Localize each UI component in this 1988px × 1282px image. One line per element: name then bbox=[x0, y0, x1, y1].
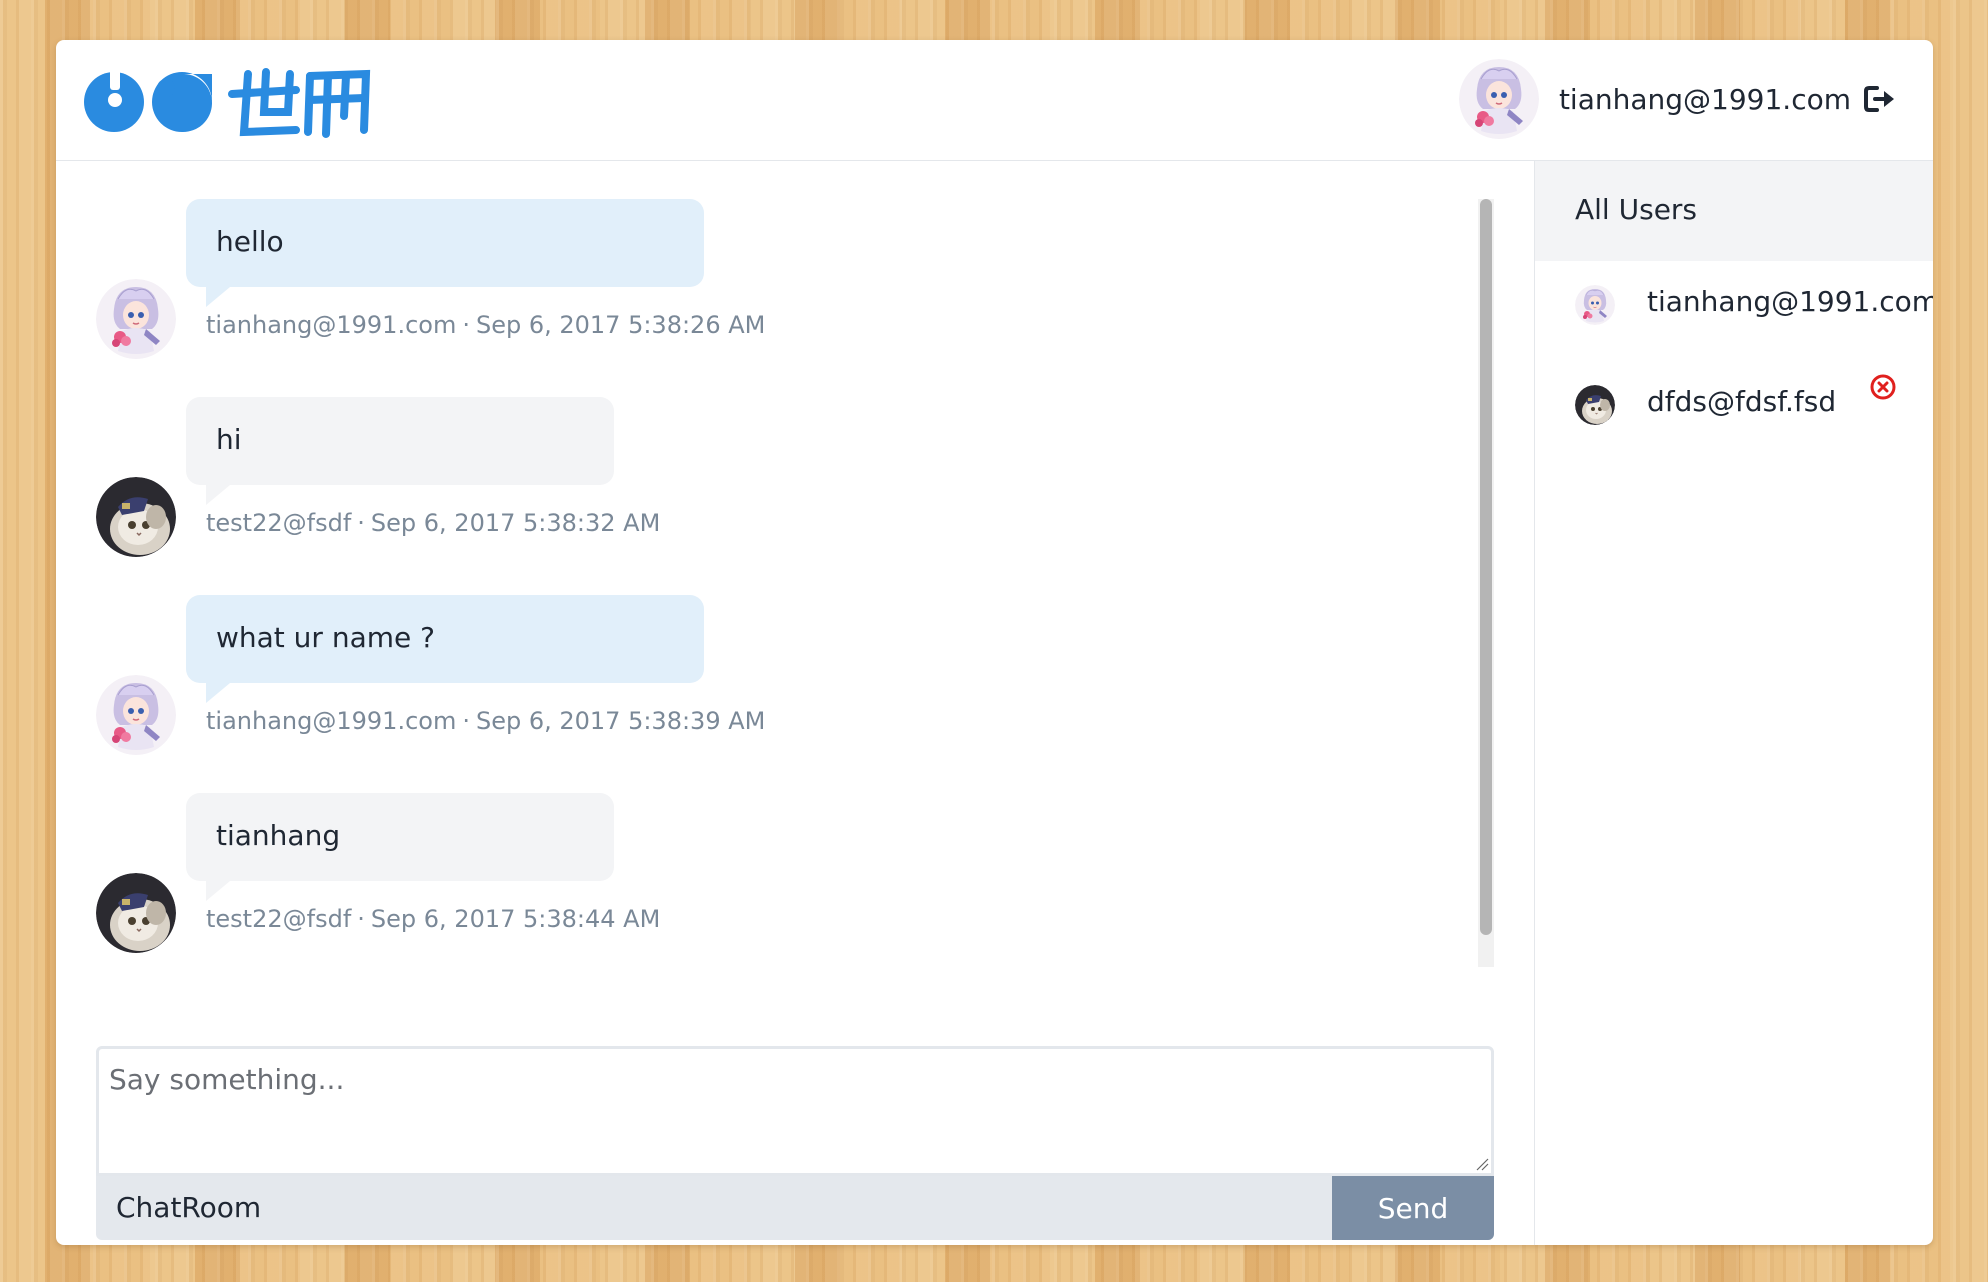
message-list[interactable]: hello tianhang@1991.com · Sep 6, 2017 5:38… bbox=[96, 199, 1516, 967]
message-time: Sep 6, 2017 5:38:32 AM bbox=[370, 509, 661, 537]
message-bubble: tianhang bbox=[186, 793, 614, 901]
message-author: test22@fsdf bbox=[206, 905, 352, 933]
message-item: tianhang test22@fsdf · Sep 6, 2017 5:38:44… bbox=[96, 793, 1516, 967]
user-name: tianhang@1991.com bbox=[1647, 285, 1933, 318]
message-avatar[interactable] bbox=[96, 279, 176, 359]
resize-handle-icon[interactable] bbox=[1475, 1157, 1489, 1171]
meta-separator: · bbox=[357, 509, 365, 537]
message-item: what ur name ? tianhang@1991.com · Sep 6, … bbox=[96, 595, 1516, 793]
message-text: hello bbox=[216, 225, 284, 258]
message-item: hi test22@fsdf · Sep 6, 2017 5:38:32 AM bbox=[96, 397, 1516, 595]
message-bubble: hello bbox=[186, 199, 704, 307]
chat-area: hello tianhang@1991.com · Sep 6, 2017 5:38… bbox=[56, 161, 1534, 1245]
logout-icon[interactable] bbox=[1863, 84, 1897, 114]
message-item: hello tianhang@1991.com · Sep 6, 2017 5:38… bbox=[96, 199, 1516, 397]
user-name: dfds@fdsf.fsd bbox=[1647, 385, 1837, 418]
user-list: tianhang@1991.com dfds@fdsf.fsd bbox=[1535, 261, 1933, 461]
message-author: tianhang@1991.com bbox=[206, 311, 457, 339]
user-avatar bbox=[1575, 385, 1615, 425]
message-meta: test22@fsdf · Sep 6, 2017 5:38:32 AM bbox=[206, 509, 660, 537]
message-input-box bbox=[96, 1046, 1494, 1176]
composer-footer: ChatRoom Send bbox=[96, 1176, 1494, 1240]
message-author: test22@fsdf bbox=[206, 509, 352, 537]
meta-separator: · bbox=[462, 311, 470, 339]
message-meta: test22@fsdf · Sep 6, 2017 5:38:44 AM bbox=[206, 905, 660, 933]
current-user-area: tianhang@1991.com bbox=[1459, 58, 1897, 140]
scrollbar-thumb[interactable] bbox=[1480, 199, 1492, 935]
message-bubble: what ur name ? bbox=[186, 595, 704, 703]
message-meta: tianhang@1991.com · Sep 6, 2017 5:38:39 AM bbox=[206, 707, 765, 735]
chat-window: tianhang@1991.com hello tianhang@1991.co… bbox=[56, 40, 1933, 1245]
message-input[interactable] bbox=[99, 1049, 1491, 1173]
message-time: Sep 6, 2017 5:38:39 AM bbox=[475, 707, 766, 735]
meta-separator: · bbox=[357, 905, 365, 933]
room-label: ChatRoom bbox=[116, 1191, 262, 1224]
message-time: Sep 6, 2017 5:38:26 AM bbox=[475, 311, 766, 339]
message-meta: tianhang@1991.com · Sep 6, 2017 5:38:26 AM bbox=[206, 311, 765, 339]
top-bar: tianhang@1991.com bbox=[56, 40, 1933, 161]
user-avatar bbox=[1575, 285, 1615, 325]
message-avatar[interactable] bbox=[96, 477, 176, 557]
message-text: hi bbox=[216, 423, 242, 456]
current-user-email: tianhang@1991.com bbox=[1558, 82, 1851, 116]
message-scrollbar[interactable] bbox=[1478, 199, 1494, 967]
user-list-item[interactable]: tianhang@1991.com bbox=[1535, 261, 1933, 361]
message-text: what ur name ? bbox=[216, 621, 436, 654]
send-button[interactable]: Send bbox=[1332, 1176, 1494, 1240]
user-list-item[interactable]: dfds@fdsf.fsd bbox=[1535, 361, 1933, 461]
offline-status-icon bbox=[1870, 374, 1896, 400]
message-avatar[interactable] bbox=[96, 873, 176, 953]
users-sidebar: All Users tianhang@1991.com dfds@fdsf.fs… bbox=[1534, 161, 1933, 1245]
meta-separator: · bbox=[462, 707, 470, 735]
message-time: Sep 6, 2017 5:38:44 AM bbox=[370, 905, 661, 933]
message-avatar[interactable] bbox=[96, 675, 176, 755]
message-author: tianhang@1991.com bbox=[206, 707, 457, 735]
current-user-avatar[interactable] bbox=[1459, 59, 1539, 139]
message-text: tianhang bbox=[216, 819, 341, 852]
brand-logo[interactable] bbox=[82, 60, 378, 140]
message-bubble: hi bbox=[186, 397, 614, 505]
sidebar-title: All Users bbox=[1535, 161, 1933, 261]
